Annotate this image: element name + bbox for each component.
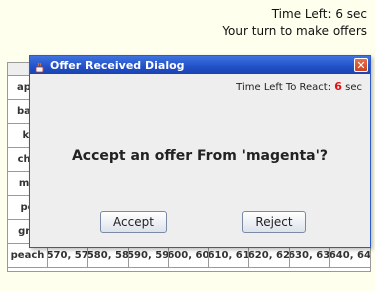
time-left-status: Time Left: 6 sec	[271, 7, 367, 21]
react-label: Time Left To React:	[236, 82, 332, 93]
close-button[interactable]: ✕	[354, 58, 368, 72]
offer-received-dialog: Offer Received Dialog ✕ Time Left To Rea…	[29, 55, 371, 248]
java-cup-icon	[34, 59, 46, 73]
accept-button[interactable]: Accept	[100, 211, 167, 233]
react-timer: Time Left To React: 6 sec	[236, 80, 362, 93]
react-unit: sec	[345, 82, 362, 93]
turn-message: Your turn to make offers	[222, 24, 367, 38]
dialog-titlebar[interactable]: Offer Received Dialog ✕	[30, 56, 370, 74]
reject-button[interactable]: Reject	[242, 211, 306, 233]
react-seconds: 6	[334, 80, 342, 93]
dialog-title: Offer Received Dialog	[50, 58, 185, 72]
offer-question: Accept an offer From 'magenta'?	[71, 148, 329, 164]
close-icon: ✕	[356, 58, 366, 72]
